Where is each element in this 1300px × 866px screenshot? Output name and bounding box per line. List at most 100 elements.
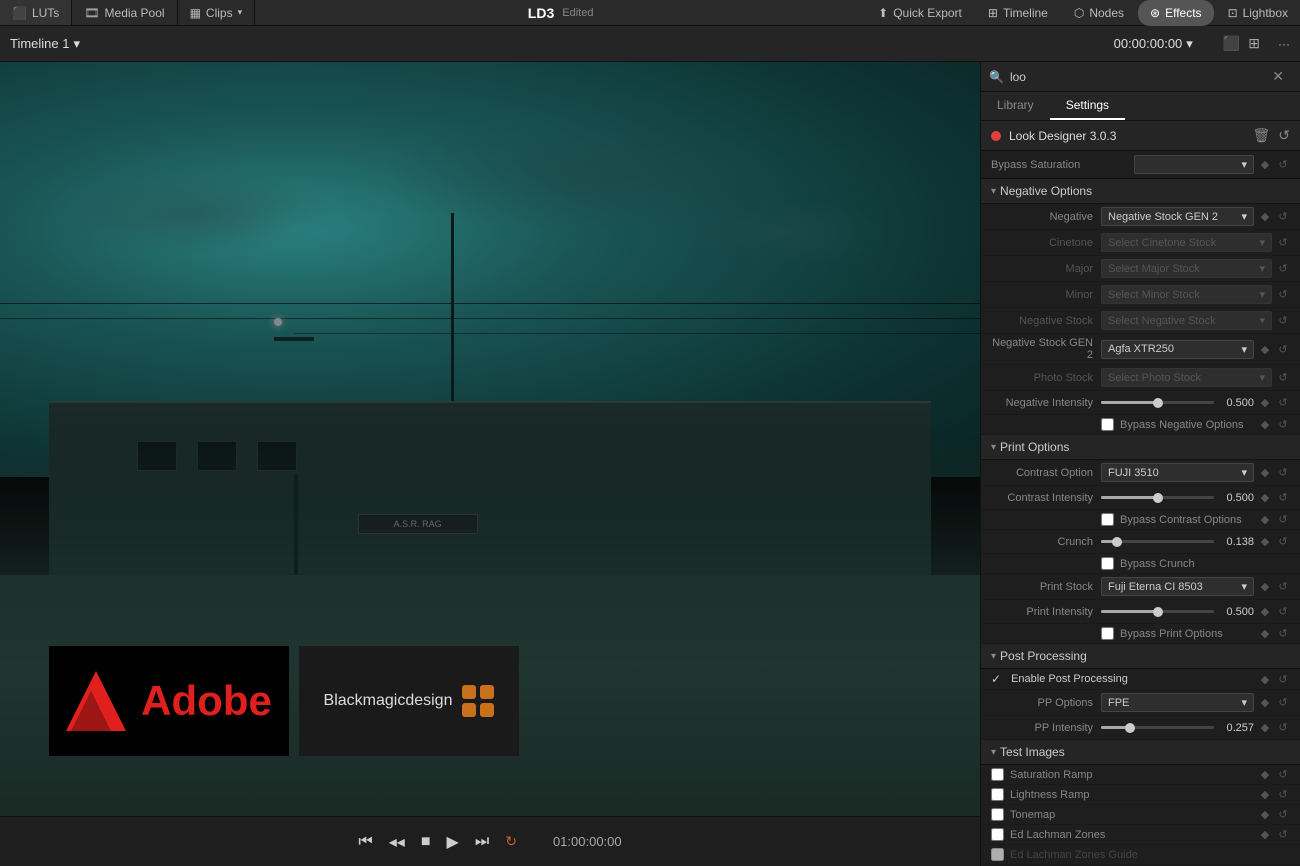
- diamond-icon[interactable]: ◆: [1258, 210, 1272, 223]
- skip-start-btn[interactable]: ⏮: [358, 833, 372, 851]
- diamond-icon[interactable]: ◆: [1258, 605, 1272, 618]
- clips-nav[interactable]: ▦ Clips ▾: [178, 0, 256, 25]
- diamond-icon[interactable]: ◆: [1258, 158, 1272, 171]
- negative-options-section[interactable]: ▾ Negative Options: [981, 179, 1300, 204]
- more-options[interactable]: ···: [1278, 37, 1290, 51]
- ed-lachman-guide-checkbox[interactable]: [991, 848, 1004, 861]
- loop-btn[interactable]: ↻: [505, 833, 517, 850]
- reset-icon[interactable]: ↺: [1276, 788, 1290, 801]
- major-dropdown[interactable]: Select Major Stock ▾: [1101, 259, 1272, 278]
- print-options-section[interactable]: ▾ Print Options: [981, 435, 1300, 460]
- reset-icon[interactable]: ↺: [1276, 673, 1290, 686]
- diamond-icon[interactable]: ◆: [1258, 721, 1272, 734]
- effects-btn[interactable]: ⊛ Effects: [1138, 0, 1214, 26]
- reset-icon[interactable]: ↺: [1276, 828, 1290, 841]
- ed-lachman-zones-checkbox[interactable]: [991, 828, 1004, 841]
- saturation-ramp-checkbox[interactable]: [991, 768, 1004, 781]
- diamond-icon[interactable]: ◆: [1258, 808, 1272, 821]
- diamond-icon[interactable]: ◆: [1258, 466, 1272, 479]
- diamond-icon[interactable]: ◆: [1258, 580, 1272, 593]
- reset-icon[interactable]: ↺: [1276, 158, 1290, 171]
- display-icon[interactable]: ⬛: [1223, 35, 1240, 52]
- reset-icon[interactable]: ↺: [1276, 768, 1290, 781]
- nodes-btn[interactable]: ⬡ Nodes: [1062, 0, 1136, 26]
- pp-intensity-slider[interactable]: [1101, 726, 1214, 729]
- reset-icon[interactable]: ↺: [1276, 236, 1290, 249]
- reset-icon[interactable]: ↺: [1276, 627, 1290, 640]
- test-images-section[interactable]: ▾ Test Images: [981, 740, 1300, 765]
- tab-settings[interactable]: Settings: [1050, 92, 1125, 120]
- reset-icon[interactable]: ↺: [1276, 513, 1290, 526]
- reset-icon[interactable]: ↺: [1276, 605, 1290, 618]
- skip-end-btn[interactable]: ⏭: [475, 833, 489, 851]
- reset-icon[interactable]: ↺: [1276, 396, 1290, 409]
- luts-nav[interactable]: ⬛ LUTs: [0, 0, 72, 25]
- print-options-title: Print Options: [1000, 440, 1069, 454]
- reset-icon[interactable]: ↺: [1276, 371, 1290, 384]
- neg-intensity-slider[interactable]: [1101, 401, 1214, 404]
- reset-icon[interactable]: ↺: [1276, 314, 1290, 327]
- stop-btn[interactable]: ■: [421, 833, 431, 851]
- tab-library[interactable]: Library: [981, 92, 1050, 120]
- diamond-icon[interactable]: ◆: [1258, 513, 1272, 526]
- reset-icon[interactable]: ↺: [1276, 210, 1290, 223]
- diamond-icon[interactable]: ◆: [1258, 343, 1272, 356]
- trash-icon[interactable]: 🗑: [1252, 127, 1270, 144]
- reset-icon[interactable]: ↺: [1276, 808, 1290, 821]
- plugin-active-dot[interactable]: [991, 131, 1001, 141]
- diamond-icon[interactable]: ◆: [1258, 627, 1272, 640]
- diamond-icon[interactable]: ◆: [1258, 396, 1272, 409]
- prev-frame-btn[interactable]: ◂◂: [389, 832, 405, 852]
- close-icon[interactable]: ✕: [1264, 68, 1292, 85]
- quick-export-btn[interactable]: ⬆ Quick Export: [866, 0, 974, 26]
- reset-icon[interactable]: ↺: [1276, 466, 1290, 479]
- tonemap-checkbox[interactable]: [991, 808, 1004, 821]
- diamond-icon[interactable]: ◆: [1258, 673, 1272, 686]
- reset-icon[interactable]: ↺: [1276, 535, 1290, 548]
- bypass-contrast-checkbox[interactable]: [1101, 513, 1114, 526]
- pp-options-dropdown[interactable]: FPE ▾: [1101, 693, 1254, 712]
- lightbox-btn[interactable]: ⊡ Lightbox: [1216, 0, 1300, 26]
- crunch-slider[interactable]: [1101, 540, 1214, 543]
- reset-icon[interactable]: ↺: [1276, 696, 1290, 709]
- reset-icon[interactable]: ↺: [1276, 418, 1290, 431]
- search-input[interactable]: [1010, 70, 1258, 84]
- diamond-icon[interactable]: ◆: [1258, 768, 1272, 781]
- reset-icon[interactable]: ↺: [1276, 721, 1290, 734]
- negative-dropdown[interactable]: Negative Stock GEN 2 ▾: [1101, 207, 1254, 226]
- print-intensity-slider[interactable]: [1101, 610, 1214, 613]
- negative-stock-dropdown[interactable]: Select Negative Stock ▾: [1101, 311, 1272, 330]
- lightness-ramp-checkbox[interactable]: [991, 788, 1004, 801]
- diamond-icon[interactable]: ◆: [1258, 788, 1272, 801]
- bypass-neg-options-checkbox[interactable]: [1101, 418, 1114, 431]
- diamond-icon[interactable]: ◆: [1258, 696, 1272, 709]
- neg-stock-gen2-dropdown[interactable]: Agfa XTR250 ▾: [1101, 340, 1254, 359]
- post-processing-section[interactable]: ▾ Post Processing: [981, 644, 1300, 669]
- reset-icon[interactable]: ↺: [1276, 288, 1290, 301]
- grid-icon[interactable]: ⊞: [1248, 35, 1260, 52]
- diamond-icon[interactable]: ◆: [1258, 828, 1272, 841]
- bypass-saturation-dropdown[interactable]: ▾: [1134, 155, 1254, 174]
- photo-stock-dropdown[interactable]: Select Photo Stock ▾: [1101, 368, 1272, 387]
- contrast-intensity-slider[interactable]: [1101, 496, 1214, 499]
- bypass-crunch-checkbox[interactable]: [1101, 557, 1114, 570]
- reset-icon[interactable]: ↺: [1276, 580, 1290, 593]
- diamond-icon[interactable]: ◆: [1258, 491, 1272, 504]
- cinetone-dropdown[interactable]: Select Cinetone Stock ▾: [1101, 233, 1272, 252]
- timeline-btn[interactable]: ⊞ Timeline: [976, 0, 1060, 26]
- media-pool-nav[interactable]: 🎞 Media Pool: [72, 0, 177, 25]
- timeline-name[interactable]: Timeline 1 ▾: [10, 36, 80, 52]
- bmd-dot-row: [462, 685, 494, 699]
- bypass-print-checkbox[interactable]: [1101, 627, 1114, 640]
- pp-intensity-value: 0.257: [1218, 722, 1254, 734]
- minor-dropdown[interactable]: Select Minor Stock ▾: [1101, 285, 1272, 304]
- print-stock-dropdown[interactable]: Fuji Eterna CI 8503 ▾: [1101, 577, 1254, 596]
- diamond-icon[interactable]: ◆: [1258, 535, 1272, 548]
- reset-icon[interactable]: ↺: [1278, 127, 1290, 144]
- reset-icon[interactable]: ↺: [1276, 343, 1290, 356]
- play-btn[interactable]: ▶: [447, 832, 459, 852]
- reset-icon[interactable]: ↺: [1276, 491, 1290, 504]
- contrast-option-dropdown[interactable]: FUJI 3510 ▾: [1101, 463, 1254, 482]
- diamond-icon[interactable]: ◆: [1258, 418, 1272, 431]
- reset-icon[interactable]: ↺: [1276, 262, 1290, 275]
